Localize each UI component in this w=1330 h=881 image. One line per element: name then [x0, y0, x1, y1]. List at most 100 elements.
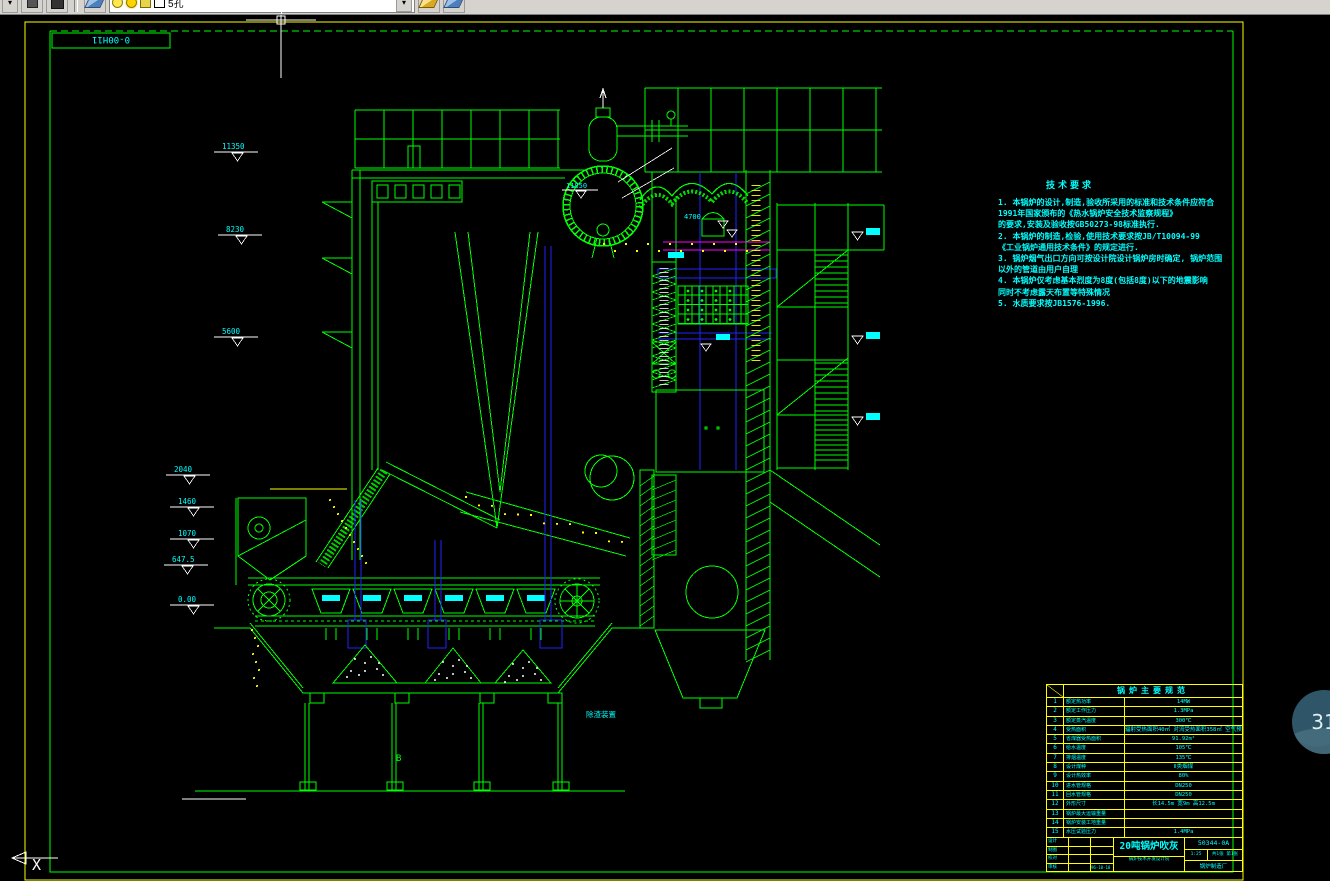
spec-row: 12 外形尺寸 长14.5m 宽9m 高12.5m	[1047, 800, 1242, 810]
spec-table-rows: 1 额定热功率 14MW 2 额定工作压力 1.3MPa 3 额定蒸汽温度 300℃ 4 受热面积辐…	[1047, 698, 1242, 838]
tech-note-line: 4. 本锅炉仅考虑基本烈度为8度(包括8度)以下的地震影响	[998, 276, 1208, 286]
spec-row: 5 省煤器受热面积 91.92m²	[1047, 735, 1242, 745]
technical-notes: 技术要求 1. 本锅炉的设计,制造,验收所采用的标准和技术条件应符合 1991年…	[998, 178, 1223, 309]
stair-tower	[769, 203, 885, 578]
spec-table-header: 锅炉主要规范	[1047, 685, 1242, 698]
tech-note-line: 5. 水质要求按JB1576-1996.	[998, 298, 1111, 308]
make-layer-current-glyph	[418, 0, 440, 8]
layers-icon[interactable]	[84, 0, 106, 13]
support-legs	[299, 703, 570, 791]
spec-table: 锅炉主要规范 1 额定热功率 14MW 2 额定工作压力 1.3MPa 3 额定蒸汽温度 300…	[1046, 684, 1243, 839]
layers-glyph	[84, 0, 106, 8]
grid-icon[interactable]	[21, 0, 43, 13]
svg-text:11850: 11850	[566, 182, 587, 190]
svg-text:X: X	[32, 856, 41, 874]
tech-notes-title: 技术要求	[1046, 181, 1095, 191]
left-elevation-markers: 11350 8230 5600 2040 1460 1070 647.5 0.00	[164, 142, 262, 615]
spec-table-title: 锅炉主要规范	[1117, 686, 1189, 695]
ash-speckles	[346, 656, 542, 683]
title-block: 设计 制图 校对 审核 96-10-10 20吨锅炉吹灰 锅炉技术开发设计院 50344…	[1046, 837, 1243, 872]
fill-square-glyph	[50, 0, 64, 9]
wall-hatching	[639, 181, 771, 663]
drawing-number: 50344-0A	[1185, 838, 1242, 850]
spec-row: 9 设计热效率 80%	[1047, 772, 1242, 782]
sheet-count: 共1张 第1张	[1211, 852, 1239, 857]
ucs-icon: X	[10, 851, 58, 874]
stair-treads	[815, 254, 848, 461]
drum-elevation-label: 11850	[562, 182, 598, 199]
signature-grid: 设计 制图 校对 审核 96-10-10	[1047, 838, 1114, 871]
spec-row: 8 设计煤种 Ⅱ类烟煤	[1047, 763, 1242, 773]
color-swatch-icon	[154, 0, 165, 8]
spec-row: 1 额定热功率 14MW	[1047, 698, 1242, 708]
layers-toolbar: ▾ 5孔 ▾	[0, 0, 1330, 15]
upper-right-railing	[644, 87, 882, 173]
badge-count: 31	[1311, 710, 1330, 734]
spec-row: 11 回水管规格 DN250	[1047, 790, 1242, 801]
drawing-scale: 1:25	[1185, 850, 1208, 860]
elevation-value: 1460	[178, 497, 197, 506]
grid-icon-glyph	[26, 0, 38, 8]
chevron-down-icon[interactable]: ▾	[396, 0, 412, 12]
spec-row: 3 额定蒸汽温度 300℃	[1047, 716, 1242, 726]
tech-note-line: 1991年国家颁布的《热水锅炉安全技术监察规程》	[998, 209, 1178, 219]
svg-text:4700: 4700	[684, 213, 701, 221]
elevation-value: 5600	[222, 327, 241, 336]
toolbar-separator	[74, 0, 78, 12]
tech-note-line: 1. 本锅炉的设计,制造,验收所采用的标准和技术条件应符合	[998, 198, 1215, 207]
tech-note-line: 2. 本锅炉的制造,检验,使用技术要求按JB/T10094-99	[998, 231, 1200, 241]
right-elevation-markers	[851, 228, 880, 426]
drawing-canvas[interactable]: 0-00H11 11850 4700 11350 8230 5600 2040 …	[0, 14, 1330, 881]
spec-row: 6 给水温度 105℃	[1047, 744, 1242, 754]
coal-feeder	[235, 497, 307, 585]
economizer-tube-bank	[678, 286, 748, 324]
make-layer-current-icon[interactable]	[418, 0, 440, 13]
notification-badge[interactable]: 31	[1292, 690, 1330, 754]
tech-note-line: 同时不考虑露天布置等特殊情况	[998, 287, 1110, 297]
section-b-label: B	[396, 754, 401, 764]
drawing-title: 20吨锅炉吹灰	[1114, 838, 1184, 857]
cad-application-window: ▾ 5孔 ▾ 0-00H11 11850 4700 11350 8230 560…	[0, 0, 1330, 881]
spec-row: 14 锅炉安装工地重量	[1047, 818, 1242, 829]
style-dropdown-button[interactable]: ▾	[2, 0, 18, 13]
sun-icon[interactable]	[126, 0, 137, 8]
signature-row: 制图	[1047, 846, 1113, 855]
fill-square-icon[interactable]	[46, 0, 68, 13]
lower-cyclone	[584, 454, 618, 488]
elevation-value: 647.5	[172, 555, 195, 564]
slag-removal-label: 除渣装置	[586, 709, 616, 719]
layer-select[interactable]: 5孔 ▾	[109, 0, 415, 13]
tech-note-line: 的要求,安装及验收按GB50273-98标准执行.	[998, 220, 1160, 230]
spec-row: 13 锅炉最大运输重量	[1047, 809, 1242, 819]
furnace-enclosure	[315, 169, 631, 569]
layer-name-label: 5孔	[168, 0, 184, 10]
tech-note-line: 以外的管道由用户自理	[998, 265, 1078, 275]
elevation-value: 8230	[226, 225, 245, 234]
bulb-icon[interactable]	[112, 0, 123, 8]
steam-drum	[562, 147, 675, 259]
design-company: 锅炉技术开发设计院	[1128, 857, 1170, 862]
elevation-value: 1070	[178, 529, 197, 538]
tech-notes-body: 1. 本锅炉的设计,制造,验收所采用的标准和技术条件应符合 1991年国家颁布的…	[998, 197, 1223, 309]
insulation-speckles	[251, 242, 749, 687]
frame-label: 0-00H11	[92, 34, 130, 44]
downcomer-pipes	[347, 172, 777, 649]
crosshair-cursor	[246, 14, 316, 78]
crosshair-cursor-top	[281, 0, 282, 14]
manufacturer: 锅炉制造厂	[1199, 864, 1228, 870]
elevation-value: 0.00	[178, 595, 197, 604]
top-platform-railing	[354, 109, 560, 169]
spec-row: 10 进水管规格 DN250	[1047, 781, 1242, 791]
spec-row: 4受热面积辐射受热面积40㎡ 对流受热面积358㎡ 空气预热器313㎡	[1047, 725, 1242, 736]
layer-properties-icon[interactable]	[443, 0, 465, 13]
spec-row: 2 额定工作压力 1.3MPa	[1047, 707, 1242, 717]
ash-bunker	[214, 622, 640, 704]
chain-grate	[247, 577, 600, 627]
spec-corner-cell	[1047, 685, 1064, 697]
signature-row: 设计	[1047, 838, 1113, 847]
elevation-value: 11350	[222, 142, 245, 151]
elevation-value: 2040	[174, 465, 193, 474]
tech-note-line: 《工业锅炉通用技术条件》的规定进行.	[998, 242, 1139, 252]
signature-row: 校对	[1047, 855, 1113, 864]
lock-icon[interactable]	[140, 0, 151, 8]
